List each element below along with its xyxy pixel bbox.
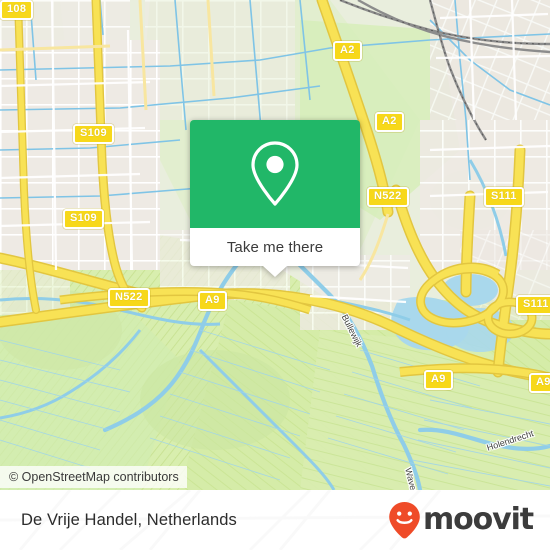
map-screen: 108 S109 S109 A2 A2 N522 S111 S111 N522 … [0, 0, 550, 550]
moovit-smiley-pin-icon [389, 502, 420, 539]
map-canvas[interactable]: 108 S109 S109 A2 A2 N522 S111 S111 N522 … [0, 0, 550, 490]
popup-header [190, 120, 360, 228]
road-shield-a2-lower[interactable]: A2 [375, 112, 404, 132]
road-shield-s111-lower[interactable]: S111 [516, 295, 550, 315]
moovit-logo[interactable]: moovit [388, 501, 534, 539]
road-shield-a9-left[interactable]: A9 [198, 291, 227, 311]
road-shield-s109-lower[interactable]: S109 [63, 209, 104, 229]
footer-bar: De Vrije Handel, Netherlands moovit [0, 490, 550, 550]
road-shield-s111-upper[interactable]: S111 [484, 187, 524, 207]
popup-body[interactable]: Take me there [190, 228, 360, 277]
road-shield-n522-right[interactable]: N522 [367, 187, 409, 207]
location-popup-card[interactable]: Take me there [190, 120, 360, 277]
road-shield-a9-right[interactable]: A9 [529, 373, 550, 393]
road-shield-a2-upper[interactable]: A2 [333, 41, 362, 61]
osm-attribution[interactable]: © OpenStreetMap contributors [0, 466, 187, 488]
road-shield-s109-upper[interactable]: S109 [73, 124, 114, 144]
popup-pointer [263, 266, 287, 277]
road-shield-n522-left[interactable]: N522 [108, 288, 150, 308]
road-shield-a9-mid[interactable]: A9 [424, 370, 453, 390]
take-me-there-button[interactable]: Take me there [227, 239, 323, 256]
moovit-wordmark: moovit [422, 502, 534, 537]
road-shield-s108[interactable]: 108 [0, 0, 34, 20]
place-title: De Vrije Handel, Netherlands [21, 510, 237, 529]
map-pin-icon [251, 141, 299, 206]
